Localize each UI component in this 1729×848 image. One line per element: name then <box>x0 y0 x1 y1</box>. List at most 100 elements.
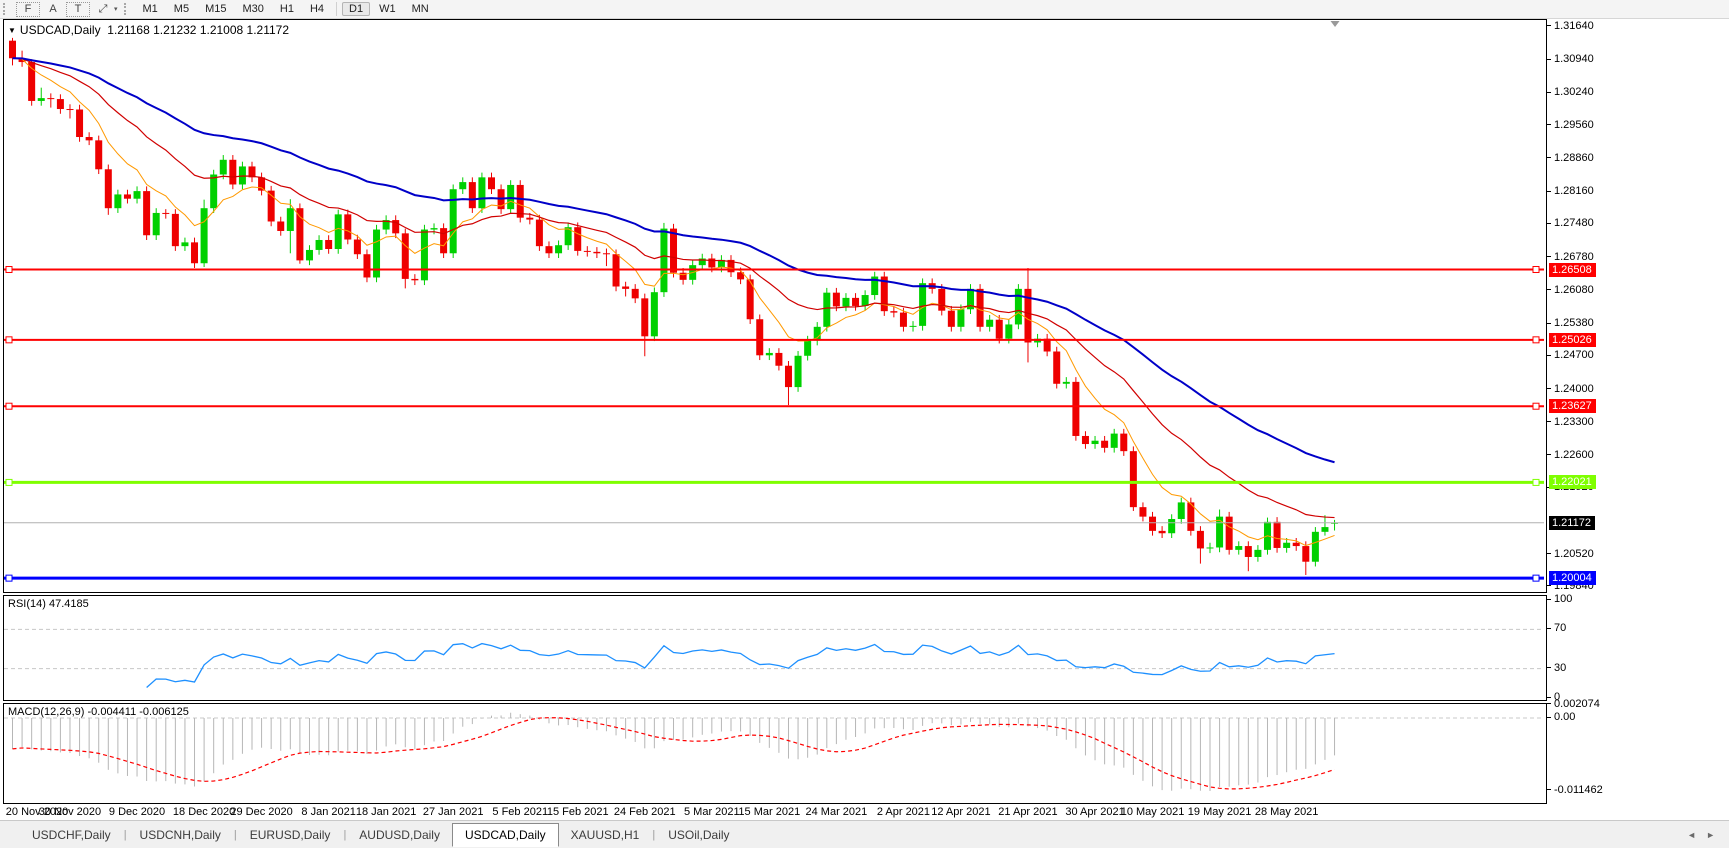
candle-body <box>593 251 601 254</box>
candle-body <box>181 242 189 247</box>
price-axis[interactable]: 1.31640 1.30940 1.30240 1.29560 1.28860 1.281… <box>1547 19 1729 819</box>
price-tick <box>1547 256 1551 258</box>
candle-body <box>152 212 160 236</box>
price-tick <box>1547 91 1551 93</box>
rsi-tick <box>1547 696 1551 698</box>
candle-body <box>1321 527 1329 532</box>
timeframe-button-M30[interactable]: M30 <box>235 2 270 16</box>
hline-handle[interactable] <box>5 266 13 274</box>
macd-tick-label: -0.011462 <box>1554 783 1603 796</box>
arrow-tools-dropdown-icon[interactable]: ▾ <box>114 5 118 13</box>
main-chart-panel[interactable]: ▼ USDCAD,Daily 1.21168 1.21232 1.21008 1.… <box>3 19 1547 593</box>
candle-body <box>305 249 313 261</box>
candle-body <box>114 194 122 209</box>
fibonacci-tool-icon[interactable]: F <box>16 1 40 17</box>
macd-tick-label: 0.00 <box>1554 711 1576 723</box>
date-label: 18 Dec 2020 <box>172 806 236 818</box>
price-tick <box>1547 25 1551 27</box>
tab-scroll-left-icon[interactable]: ◄ <box>1687 830 1696 840</box>
hline-handle[interactable] <box>5 478 13 486</box>
hline-handle[interactable] <box>1532 478 1540 486</box>
chart-tab-USDCNH-Daily[interactable]: USDCNH,Daily <box>128 824 233 846</box>
candle-body <box>919 283 927 326</box>
timeframe-button-D1[interactable]: D1 <box>342 2 371 16</box>
tab-scroll-right-icon[interactable]: ► <box>1706 830 1715 840</box>
chart-tab-EURUSD-Daily[interactable]: EURUSD,Daily <box>238 824 343 846</box>
candle-body <box>775 352 783 366</box>
chart-tab-USOil-Daily[interactable]: USOil,Daily <box>656 824 741 846</box>
price-tick <box>1547 421 1551 423</box>
text-tool-icon[interactable]: A <box>42 2 64 16</box>
candle-body <box>1273 521 1281 548</box>
candle-body <box>526 217 534 220</box>
timeframe-button-H1[interactable]: H1 <box>273 2 301 16</box>
candle-body <box>1235 546 1243 550</box>
price-tick <box>1547 157 1551 159</box>
candle-body <box>95 140 103 170</box>
candle-body <box>535 219 543 247</box>
chart-shift-marker-icon[interactable] <box>1330 21 1340 27</box>
macd-indicator-panel[interactable]: MACD(12,26,9) -0.004411 -0.006125 <box>3 703 1547 804</box>
rsi-plot <box>4 628 1544 688</box>
chart-symbol-label: USDCAD,Daily <box>19 23 101 37</box>
candle-body <box>459 182 467 190</box>
date-label: 30 Apr 2021 <box>1065 806 1125 818</box>
rsi-tick <box>1547 667 1551 669</box>
symbol-dropdown-icon[interactable]: ▼ <box>8 26 16 35</box>
time-axis[interactable]: 20 Nov 2020 30 Nov 2020 9 Dec 2020 18 Dec 2… <box>3 804 1547 820</box>
candle-body <box>650 292 658 337</box>
hline-price-label: 1.25026 <box>1549 332 1596 347</box>
date-label: 28 May 2021 <box>1254 806 1319 818</box>
price-tick-label: 1.31640 <box>1554 19 1594 32</box>
candle-body <box>1081 435 1089 445</box>
macd-value: -0.004411 -0.006125 <box>87 706 189 718</box>
toolbar-grip-2[interactable] <box>123 3 132 15</box>
chart-tab-USDCAD-Daily[interactable]: USDCAD,Daily <box>451 823 559 847</box>
hline-price-label: 1.22021 <box>1549 475 1596 490</box>
timeframe-button-MN[interactable]: MN <box>405 2 436 16</box>
candle-body <box>631 288 639 299</box>
hline-handle[interactable] <box>5 336 13 344</box>
chart-tab-USDCHF-Daily[interactable]: USDCHF,Daily <box>20 824 123 846</box>
toolbar-grip[interactable] <box>3 3 11 15</box>
chart-tab-XAUUSD-H1[interactable]: XAUUSD,H1 <box>559 824 652 846</box>
hline-handle[interactable] <box>1532 336 1540 344</box>
tab-scroll-controls: ◄ ► <box>1687 830 1715 840</box>
price-tick-label: 1.28160 <box>1554 185 1594 198</box>
candle-body <box>1091 440 1099 445</box>
macd-tick <box>1547 716 1551 718</box>
timeframe-button-W1[interactable]: W1 <box>372 2 403 16</box>
date-label: 18 Jan 2021 <box>355 806 417 818</box>
hline-handle[interactable] <box>1532 402 1540 410</box>
text-label-tool-icon[interactable]: T <box>66 1 90 17</box>
chart-tabs-bar: USDCHF,Daily | USDCNH,Daily | EURUSD,Daily | A… <box>0 820 1729 848</box>
timeframe-button-M15[interactable]: M15 <box>198 2 233 16</box>
price-tick-label: 1.20520 <box>1554 547 1594 560</box>
candle-body <box>986 319 994 327</box>
timeframe-button-M1[interactable]: M1 <box>136 2 165 16</box>
chart-tab-AUDUSD-Daily[interactable]: AUDUSD,Daily <box>347 824 452 846</box>
timeframe-button-H4[interactable]: H4 <box>303 2 331 16</box>
hline-handle[interactable] <box>1532 266 1540 274</box>
candle-body <box>622 286 630 289</box>
hline-handle[interactable] <box>5 574 13 582</box>
timeframe-button-M5[interactable]: M5 <box>167 2 196 16</box>
candle-body <box>670 228 678 273</box>
price-tick <box>1547 388 1551 390</box>
candle-body <box>756 319 764 356</box>
macd-tick <box>1547 789 1551 791</box>
macd-plot <box>4 712 1544 791</box>
candle-body <box>555 245 563 254</box>
candle-body <box>909 325 917 327</box>
candle-body <box>191 242 199 264</box>
candle-body <box>899 312 907 327</box>
top-toolbar: F A T ⤢ ▾ M1 M5 M15 M30 H1 H4 D1 W1 MN <box>0 0 1729 19</box>
price-tick-label: 1.26080 <box>1554 283 1594 296</box>
arrow-tools-icon[interactable]: ⤢ <box>92 2 114 17</box>
candle-body <box>344 214 352 240</box>
price-tick <box>1547 585 1551 587</box>
rsi-indicator-panel[interactable]: RSI(14) 47.4185 <box>3 595 1547 701</box>
hline-handle[interactable] <box>1532 574 1540 582</box>
candle-body <box>315 239 323 250</box>
hline-handle[interactable] <box>5 402 13 410</box>
